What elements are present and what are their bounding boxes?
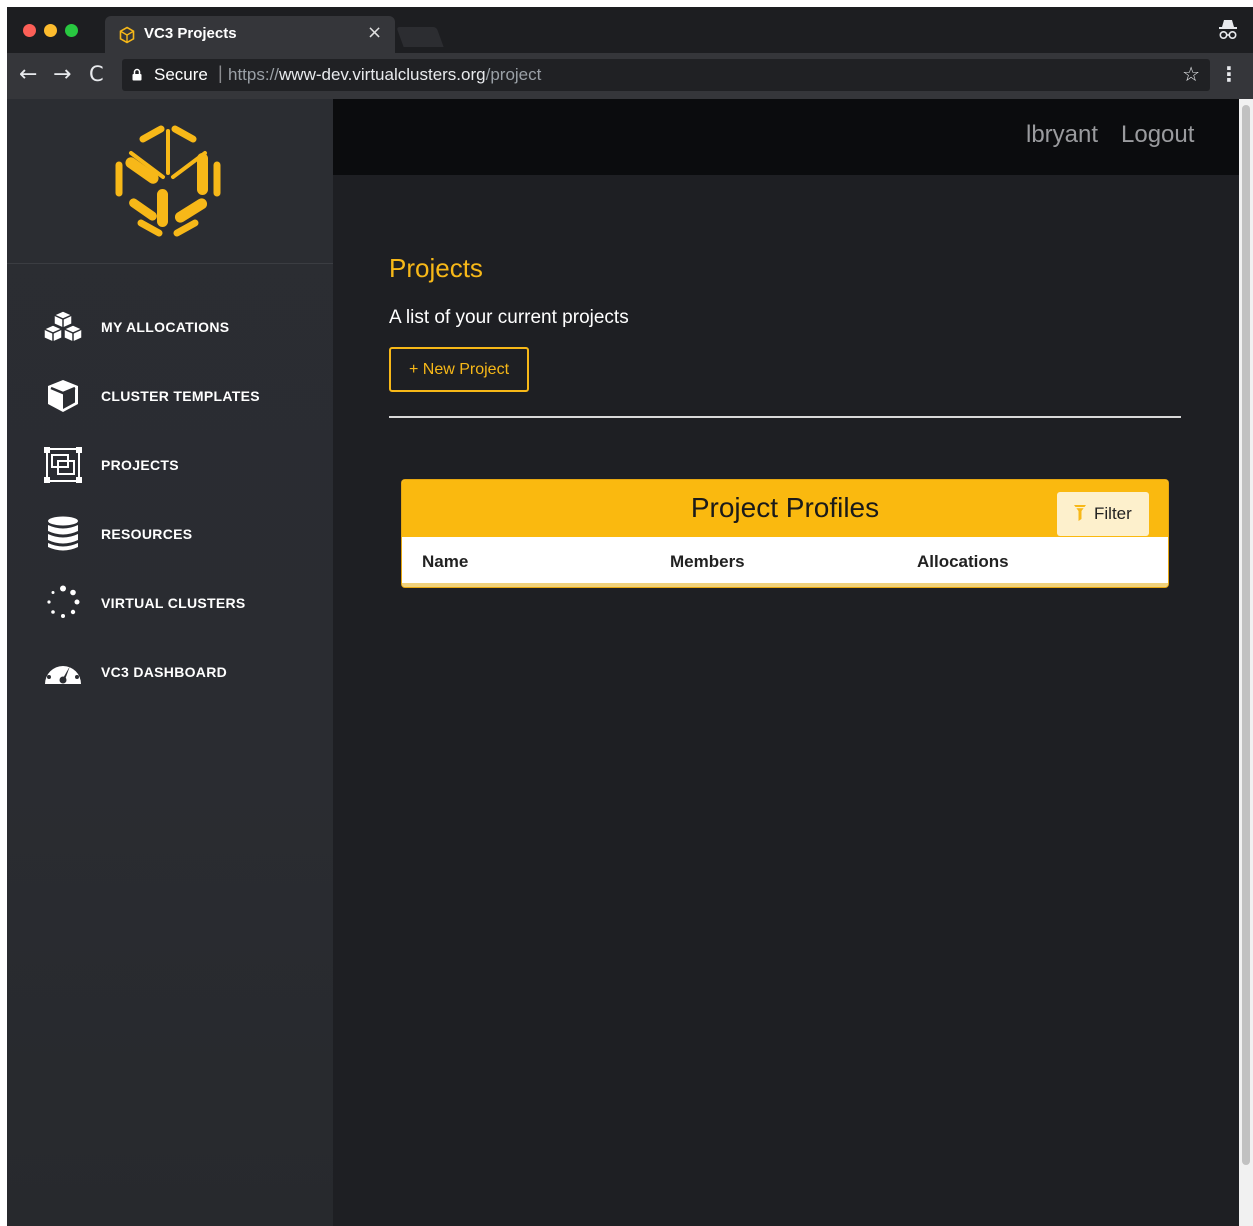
browser-toolbar: ← → C Secure | https://www-dev.virtualcl…: [7, 53, 1253, 99]
forward-arrow-icon[interactable]: →: [53, 64, 71, 86]
object-group-icon: [44, 447, 82, 483]
column-header-allocations[interactable]: Allocations: [917, 552, 1009, 572]
url-separator: |: [218, 63, 223, 83]
web-page: MY ALLOCATIONS CLUSTER TEMPLATES PROJECT…: [7, 99, 1239, 1226]
page-scrollbar[interactable]: [1239, 99, 1253, 1226]
tab-close-icon[interactable]: ×: [367, 23, 382, 43]
top-navbar: lbryant Logout: [333, 99, 1239, 175]
sidebar-item-resources[interactable]: RESOURCES: [41, 512, 321, 556]
sidebar-item-cluster-templates[interactable]: CLUSTER TEMPLATES: [41, 374, 321, 418]
url-text[interactable]: https://www-dev.virtualclusters.org/proj…: [228, 65, 541, 85]
column-header-members[interactable]: Members: [670, 552, 745, 572]
scrollbar-thumb[interactable]: [1242, 105, 1250, 1165]
incognito-icon[interactable]: [1217, 17, 1239, 41]
project-profiles-card: Project Profiles Filter Name Members All…: [402, 480, 1168, 587]
sidebar-item-vc3-dashboard[interactable]: VC3 DASHBOARD: [41, 650, 321, 694]
sidebar-divider: [7, 263, 333, 264]
card-title: Project Profiles: [690, 492, 880, 523]
sidebar-item-projects[interactable]: PROJECTS: [41, 443, 321, 487]
sidebar-item-label: VC3 DASHBOARD: [101, 664, 228, 680]
card-footer-border: [402, 583, 1168, 587]
bookmark-star-icon[interactable]: ☆: [1182, 62, 1200, 86]
sidebar-item-label: CLUSTER TEMPLATES: [101, 388, 260, 404]
content-divider: [389, 416, 1181, 418]
page-subtitle: A list of your current projects: [389, 307, 629, 328]
column-header-name[interactable]: Name: [422, 552, 468, 572]
minimize-window-button[interactable]: [44, 24, 57, 37]
cubes-icon: [43, 310, 83, 343]
spinner-icon: [47, 585, 80, 618]
page-title: Projects: [389, 253, 483, 283]
address-bar[interactable]: Secure | https://www-dev.virtualclusters…: [122, 59, 1210, 91]
filter-icon: [1074, 505, 1086, 521]
browser-tab[interactable]: VC3 Projects ×: [105, 16, 395, 53]
tab-strip: VC3 Projects ×: [7, 7, 1253, 53]
database-icon: [48, 516, 78, 551]
sidebar: MY ALLOCATIONS CLUSTER TEMPLATES PROJECT…: [7, 99, 333, 1226]
filter-label: Filter: [1094, 504, 1132, 523]
lock-icon: [132, 68, 142, 81]
filter-button[interactable]: Filter: [1057, 492, 1149, 536]
sidebar-item-label: PROJECTS: [101, 457, 179, 473]
cube-icon: [48, 380, 78, 412]
card-header: Project Profiles Filter: [402, 480, 1168, 537]
maximize-window-button[interactable]: [65, 24, 78, 37]
sidebar-item-label: RESOURCES: [101, 526, 193, 542]
new-project-button[interactable]: + New Project: [389, 347, 529, 392]
vc3-logo-icon[interactable]: [101, 119, 235, 243]
secure-label: Secure: [154, 65, 208, 84]
sidebar-item-virtual-clusters[interactable]: VIRTUAL CLUSTERS: [41, 581, 321, 625]
username-link[interactable]: lbryant: [1026, 121, 1098, 149]
url-path: /project: [485, 65, 542, 84]
sidebar-item-label: VIRTUAL CLUSTERS: [101, 595, 246, 611]
url-host: www-dev.virtualclusters.org: [279, 65, 486, 84]
reload-icon[interactable]: C: [89, 63, 104, 85]
vc3-favicon-icon: [119, 26, 135, 44]
sidebar-item-label: MY ALLOCATIONS: [101, 319, 230, 335]
logout-link[interactable]: Logout: [1121, 121, 1194, 149]
sidebar-item-my-allocations[interactable]: MY ALLOCATIONS: [41, 305, 321, 349]
dashboard-icon: [45, 660, 81, 684]
tab-title: VC3 Projects: [144, 25, 237, 42]
back-arrow-icon[interactable]: ←: [19, 64, 37, 86]
close-window-button[interactable]: [23, 24, 36, 37]
new-tab-button[interactable]: [396, 27, 444, 47]
browser-menu-icon[interactable]: ⋮: [1219, 64, 1239, 84]
browser-window: VC3 Projects × ← → C Secure | https://ww…: [7, 7, 1253, 1226]
url-scheme: https://: [228, 65, 280, 84]
